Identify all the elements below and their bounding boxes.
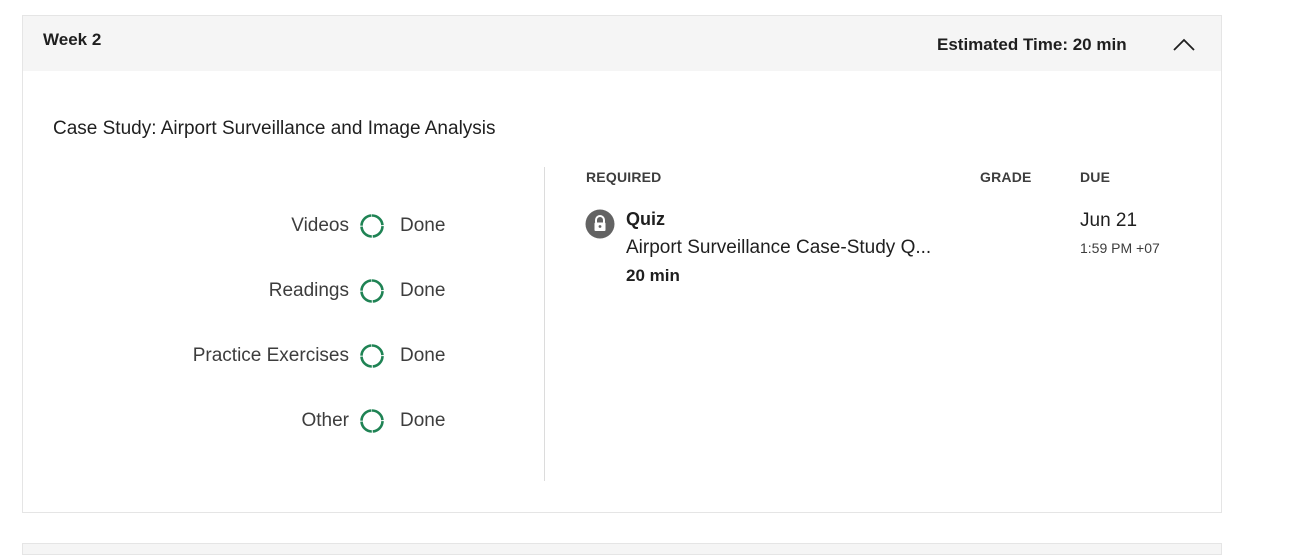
progress-row-videos: Videos Done <box>23 211 449 241</box>
progress-row-practice-exercises: Practice Exercises Done <box>23 341 449 371</box>
progress-label: Readings <box>268 280 349 301</box>
due-time: 1:59 PM +07 <box>1080 240 1160 256</box>
due-date: Jun 21 <box>1080 210 1138 231</box>
item-type[interactable]: Quiz <box>626 209 665 230</box>
progress-ring-icon <box>360 214 384 238</box>
progress-label: Other <box>301 410 349 431</box>
lock-icon <box>585 209 615 239</box>
progress-label: Practice Exercises <box>192 345 349 366</box>
week-title: Week 2 <box>43 30 102 49</box>
column-header-required: REQUIRED <box>586 169 662 185</box>
progress-status: Done <box>400 215 446 236</box>
next-week-card[interactable] <box>22 543 1222 555</box>
progress-status: Done <box>400 345 446 366</box>
progress-status: Done <box>400 410 446 431</box>
item-name-link[interactable]: Airport Surveillance Case-Study Q... <box>626 237 931 259</box>
progress-ring-icon <box>360 279 384 303</box>
progress-row-readings: Readings Done <box>23 276 449 306</box>
progress-ring-icon <box>360 344 384 368</box>
chevron-up-icon <box>1173 38 1195 51</box>
column-header-grade: GRADE <box>980 169 1032 185</box>
progress-status: Done <box>400 280 446 301</box>
progress-label: Videos <box>291 215 349 236</box>
item-duration: 20 min <box>626 266 680 285</box>
estimated-time: Estimated Time: 20 min <box>937 35 1127 54</box>
week-header[interactable]: Week 2 Estimated Time: 20 min <box>23 16 1221 71</box>
column-header-due: DUE <box>1080 169 1111 185</box>
progress-row-other: Other Done <box>23 406 449 436</box>
module-title: Case Study: Airport Surveillance and Ima… <box>53 118 496 139</box>
week-card: Week 2 Estimated Time: 20 min Case Study… <box>22 15 1222 513</box>
collapse-button[interactable] <box>1169 30 1199 60</box>
column-divider <box>544 167 545 481</box>
progress-ring-icon <box>360 409 384 433</box>
